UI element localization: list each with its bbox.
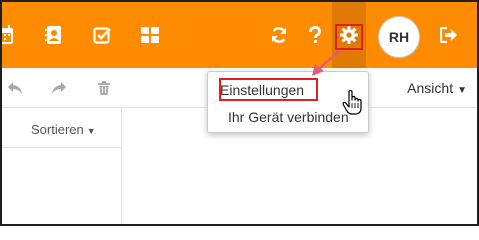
help-icon[interactable] bbox=[304, 24, 326, 46]
reply-icon[interactable] bbox=[6, 80, 24, 96]
menu-item-connect-device[interactable]: Ihr Gerät verbinden bbox=[228, 109, 349, 125]
contacts-icon[interactable] bbox=[43, 24, 65, 46]
user-avatar[interactable]: RH bbox=[378, 16, 420, 58]
sort-bar: Sortieren ▼ bbox=[2, 108, 121, 148]
app-window: RH Ansicht ▼ Sortieren ▼ Einstellungen Ihr… bbox=[0, 0, 479, 226]
hand-cursor-icon bbox=[342, 90, 362, 115]
forward-icon[interactable] bbox=[50, 80, 68, 96]
sort-label: Sortieren bbox=[31, 122, 84, 137]
refresh-icon[interactable] bbox=[268, 24, 290, 46]
caret-down-icon: ▼ bbox=[457, 85, 467, 96]
top-bar: RH bbox=[2, 2, 477, 68]
gear-highlight-box bbox=[335, 24, 363, 50]
tasks-icon[interactable] bbox=[91, 24, 113, 46]
trash-icon[interactable] bbox=[95, 80, 113, 96]
caret-down-icon: ▼ bbox=[86, 126, 96, 136]
calendar-icon[interactable] bbox=[2, 24, 16, 46]
apps-grid-icon[interactable] bbox=[139, 24, 161, 46]
sort-dropdown[interactable]: Sortieren ▼ bbox=[31, 122, 96, 137]
message-list-pane: Sortieren ▼ bbox=[2, 108, 122, 224]
view-dropdown[interactable]: Ansicht ▼ bbox=[407, 80, 467, 96]
view-label: Ansicht bbox=[407, 80, 454, 96]
menu-item-settings[interactable]: Einstellungen bbox=[220, 82, 304, 98]
logout-icon[interactable] bbox=[438, 24, 460, 46]
